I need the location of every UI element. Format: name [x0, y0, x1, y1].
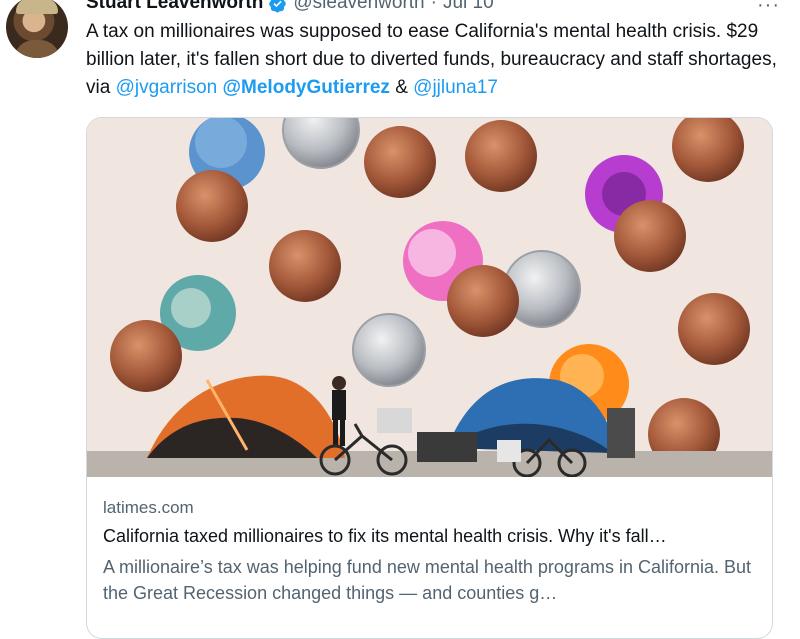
mention-jvgarrison[interactable]: @jvgarrison	[116, 77, 218, 98]
author-name[interactable]: Stuart Leavenworth	[86, 0, 263, 14]
author-avatar[interactable]	[6, 0, 68, 58]
tweet-header: Stuart Leavenworth @sleavenworth · Jul 1…	[86, 0, 494, 15]
tweet-date[interactable]: Jul 10	[443, 0, 494, 14]
card-image[interactable]	[87, 118, 772, 477]
author-handle[interactable]: @sleavenworth	[293, 0, 424, 14]
card-domain: latimes.com	[103, 498, 194, 517]
avatar-shirt	[14, 40, 60, 58]
more-options-icon[interactable]: ···	[757, 0, 780, 17]
link-preview-card[interactable]: latimes.com California taxed millionaire…	[86, 117, 773, 639]
tweet-and: &	[389, 77, 414, 98]
avatar-hat	[16, 0, 58, 14]
verified-badge-icon	[269, 0, 287, 13]
mention-jjluna17[interactable]: @jjluna17	[413, 77, 498, 98]
coins-and-tents-illustration	[87, 118, 772, 477]
card-description: A millionaire’s tax was helping fund new…	[103, 557, 752, 603]
header-separator: ·	[430, 0, 437, 13]
mention-melodygutierrez[interactable]: @MelodyGutierrez	[223, 77, 390, 98]
tweet-text: A tax on millionaires was supposed to ea…	[86, 18, 786, 102]
card-title[interactable]: California taxed millionaires to fix its…	[103, 526, 758, 547]
